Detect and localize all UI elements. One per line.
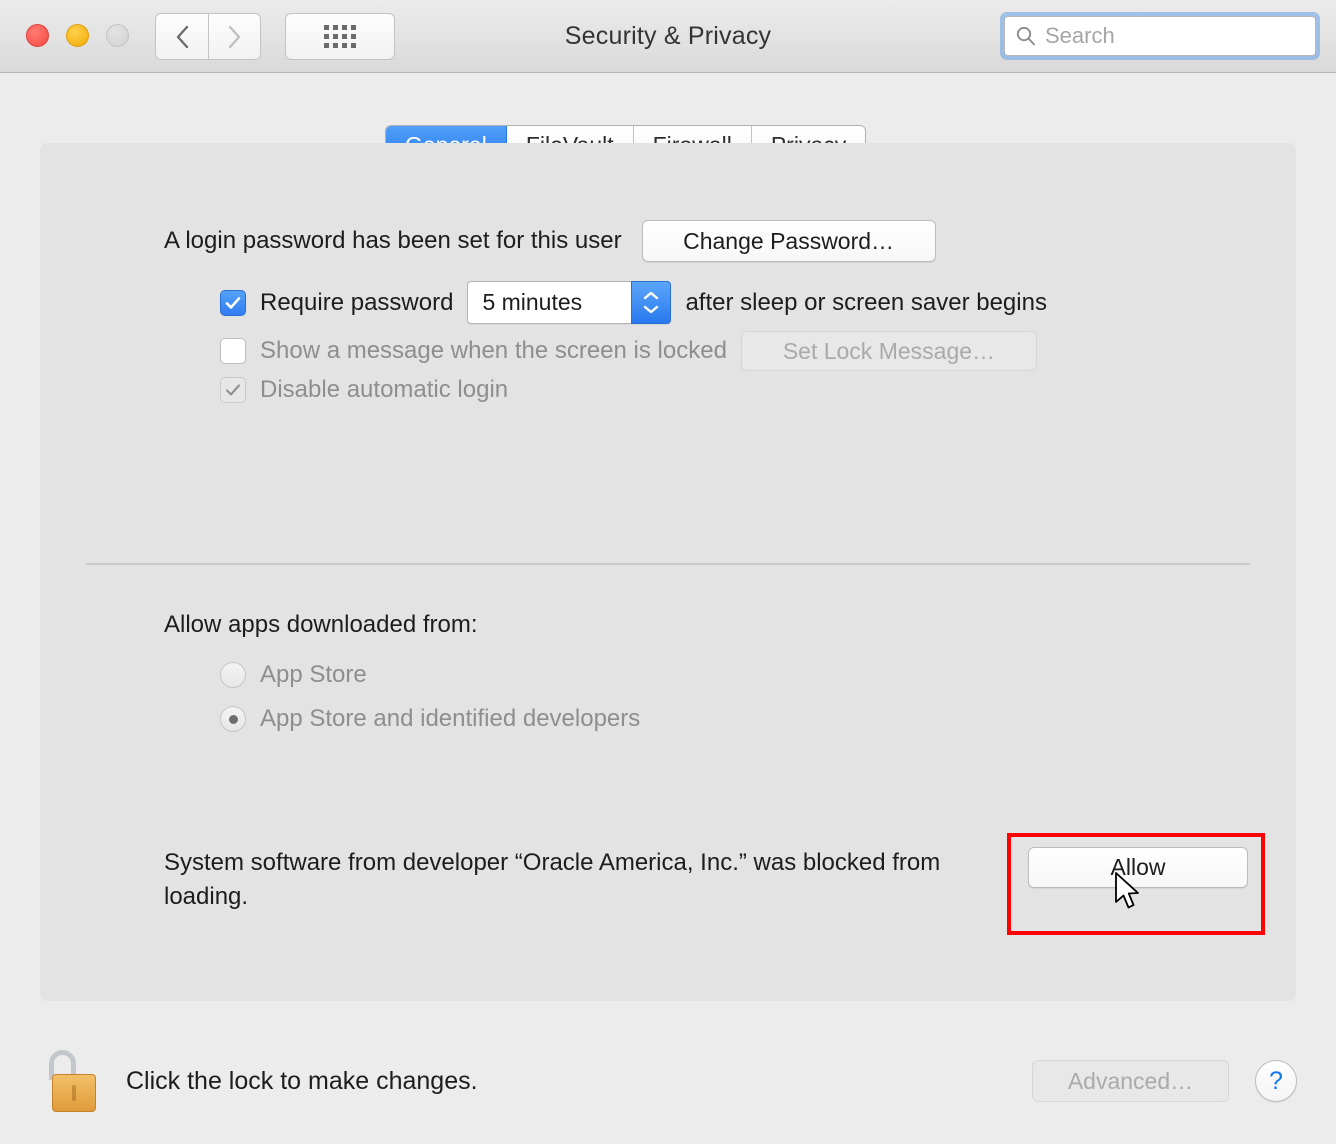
radio-selected-dot xyxy=(229,715,238,724)
search-placeholder: Search xyxy=(1045,23,1115,49)
require-password-row: Require password 5 minutes after sleep o… xyxy=(220,281,1047,324)
window-titlebar: Security & Privacy Search xyxy=(0,0,1336,73)
radio-identified-developers[interactable] xyxy=(220,706,246,732)
disable-automatic-login-row: Disable automatic login xyxy=(220,376,508,404)
set-lock-message-button[interactable]: Set Lock Message… xyxy=(741,331,1037,371)
checkmark-icon xyxy=(224,294,242,312)
disable-automatic-login-label: Disable automatic login xyxy=(260,376,508,404)
search-input[interactable]: Search xyxy=(1004,16,1316,56)
show-lock-message-label: Show a message when the screen is locked xyxy=(260,337,727,365)
allow-apps-option-identified-developers[interactable]: App Store and identified developers xyxy=(220,705,640,733)
show-lock-message-checkbox[interactable] xyxy=(220,338,246,364)
section-divider xyxy=(86,563,1250,565)
lock-instruction-label: Click the lock to make changes. xyxy=(126,1067,478,1096)
help-button[interactable]: ? xyxy=(1255,1060,1297,1102)
login-password-label: A login password has been set for this u… xyxy=(164,227,622,255)
login-password-row: A login password has been set for this u… xyxy=(164,220,936,262)
unlocked-padlock-icon[interactable] xyxy=(48,1050,100,1112)
radio-app-store[interactable] xyxy=(220,662,246,688)
advanced-button[interactable]: Advanced… xyxy=(1032,1060,1229,1102)
allow-button[interactable]: Allow xyxy=(1028,847,1248,888)
show-lock-message-row: Show a message when the screen is locked… xyxy=(220,331,1037,371)
require-password-label: Require password xyxy=(260,289,453,317)
radio-identified-developers-label: App Store and identified developers xyxy=(260,705,640,733)
allow-apps-option-app-store[interactable]: App Store xyxy=(220,661,367,689)
blocked-software-message: System software from developer “Oracle A… xyxy=(164,846,1014,914)
password-delay-select[interactable]: 5 minutes xyxy=(467,281,671,324)
change-password-button[interactable]: Change Password… xyxy=(642,220,936,262)
radio-app-store-label: App Store xyxy=(260,661,367,689)
password-delay-value: 5 minutes xyxy=(468,289,582,316)
search-icon xyxy=(1015,25,1037,47)
general-settings-panel: A login password has been set for this u… xyxy=(40,143,1296,1001)
chevron-down-icon xyxy=(642,304,660,315)
require-password-suffix-label: after sleep or screen saver begins xyxy=(685,289,1047,317)
checkmark-icon xyxy=(224,381,242,399)
password-delay-stepper[interactable] xyxy=(631,281,671,324)
allow-apps-heading: Allow apps downloaded from: xyxy=(164,611,478,639)
search-field-focus-ring: Search xyxy=(1000,12,1320,60)
lock-control[interactable]: Click the lock to make changes. xyxy=(48,1050,478,1112)
disable-automatic-login-checkbox[interactable] xyxy=(220,377,246,403)
require-password-checkbox[interactable] xyxy=(220,290,246,316)
chevron-up-icon xyxy=(642,290,660,301)
